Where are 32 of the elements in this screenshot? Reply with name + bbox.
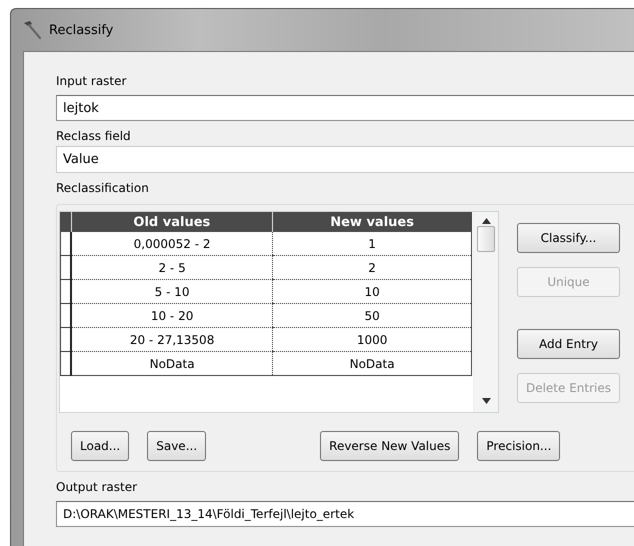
table-cell[interactable]: NoData xyxy=(272,352,472,376)
table-cell[interactable]: NoData xyxy=(71,352,273,376)
table-cell[interactable]: 20 - 27,13508 xyxy=(71,328,273,352)
table-cell[interactable]: 1000 xyxy=(272,328,472,352)
table-cell[interactable]: 50 xyxy=(272,304,472,328)
table-cell[interactable]: 10 xyxy=(272,280,472,304)
button[interactable]: Precision... xyxy=(477,431,560,461)
scroll-down-icon[interactable] xyxy=(482,398,490,404)
table-cell[interactable]: 0,000052 - 2 xyxy=(71,232,273,256)
field-label: Output raster xyxy=(56,480,138,495)
scroll-thumb[interactable] xyxy=(477,226,495,252)
table-cell[interactable]: 5 - 10 xyxy=(71,280,273,304)
input-field[interactable]: lejtok xyxy=(56,95,634,121)
field-label: Input raster xyxy=(56,74,126,89)
group-label: Reclassification xyxy=(56,181,149,196)
table-cell[interactable]: 2 - 5 xyxy=(71,256,273,280)
button[interactable]: Add Entry xyxy=(517,329,620,359)
button[interactable]: Load... xyxy=(71,431,130,461)
table-cell[interactable]: 1 xyxy=(272,232,472,256)
window-title: Reclassify xyxy=(49,22,114,38)
dropdown-field[interactable]: Value xyxy=(56,146,634,173)
column-header: New values xyxy=(272,212,472,232)
button[interactable]: Reverse New Values xyxy=(320,431,460,461)
button[interactable]: Save... xyxy=(147,431,206,461)
column-header: Old values xyxy=(71,212,273,232)
scroll-up-icon[interactable] xyxy=(482,218,490,224)
input-field[interactable]: D:\ORAK\MESTERI_13_14\Földi_Terfejl\lejto_ertek xyxy=(56,501,634,527)
scrollbar[interactable] xyxy=(473,212,498,412)
table-cell[interactable]: 10 - 20 xyxy=(71,304,273,328)
field-label: Reclass field xyxy=(56,129,131,144)
button[interactable]: Classify... xyxy=(517,223,620,253)
table-cell[interactable]: 2 xyxy=(272,256,472,280)
